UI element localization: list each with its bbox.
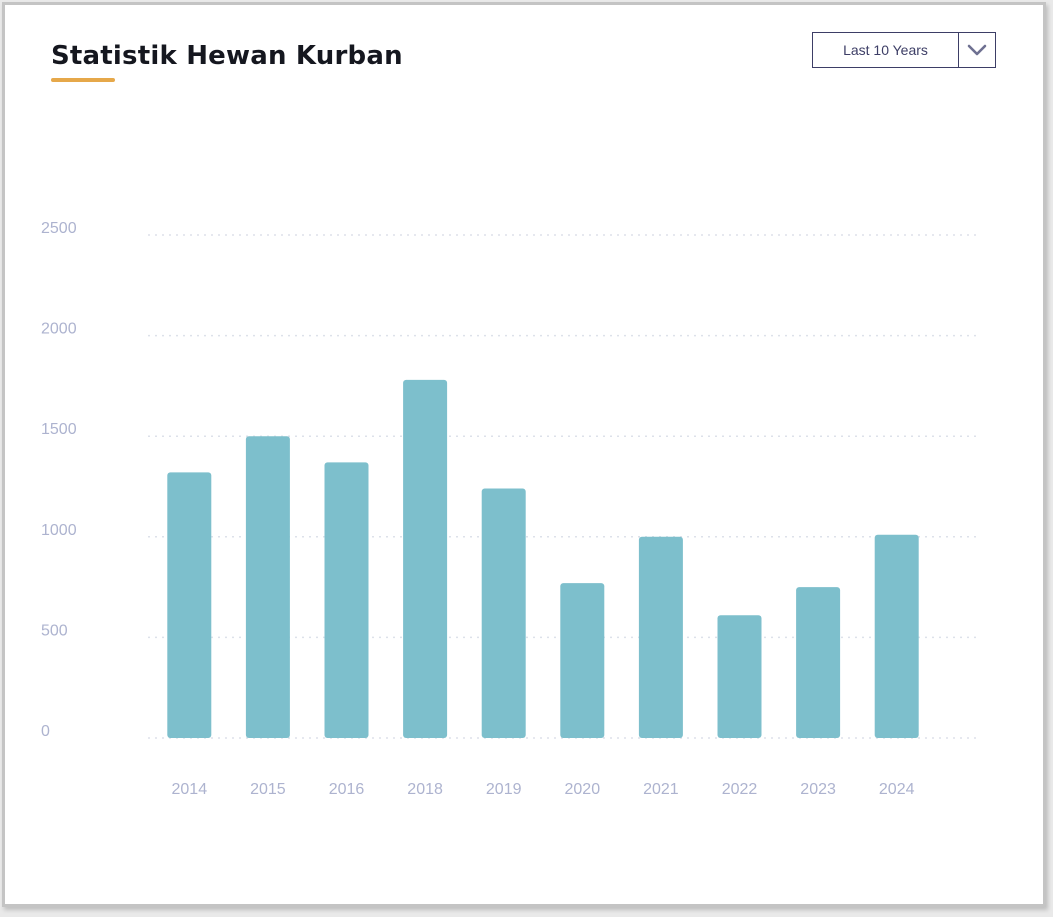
bar bbox=[638, 536, 683, 738]
bar bbox=[403, 379, 448, 738]
bar bbox=[481, 488, 526, 738]
y-tick-label: 1500 bbox=[41, 421, 77, 438]
bar bbox=[874, 534, 919, 738]
x-tick-label: 2024 bbox=[879, 781, 915, 798]
x-tick-label: 2016 bbox=[329, 781, 365, 798]
y-tick-label: 2000 bbox=[41, 321, 77, 338]
x-tick-label: 2023 bbox=[800, 781, 836, 798]
bar bbox=[717, 615, 762, 738]
x-tick-label: 2020 bbox=[565, 781, 601, 798]
x-tick-label: 2022 bbox=[722, 781, 758, 798]
x-tick-label: 2018 bbox=[407, 781, 443, 798]
x-tick-label: 2021 bbox=[643, 781, 679, 798]
y-tick-label: 0 bbox=[41, 723, 50, 740]
x-tick-label: 2014 bbox=[172, 781, 208, 798]
bar bbox=[796, 587, 841, 738]
y-tick-label: 500 bbox=[41, 622, 68, 639]
bar bbox=[324, 462, 369, 738]
y-tick-label: 2500 bbox=[41, 220, 77, 237]
bar bbox=[167, 472, 212, 738]
chart-card: Statistik Hewan Kurban Last 10 Years 0 50… bbox=[2, 2, 1046, 907]
y-tick-label: 1000 bbox=[41, 522, 77, 539]
x-tick-label: 2019 bbox=[486, 781, 522, 798]
bar bbox=[560, 583, 605, 738]
x-tick-label: 2015 bbox=[250, 781, 286, 798]
bar bbox=[245, 436, 290, 738]
bar-chart: 0 500 1000 1500 2000 2500 2014 2015 2016 2018 2019… bbox=[41, 220, 980, 798]
